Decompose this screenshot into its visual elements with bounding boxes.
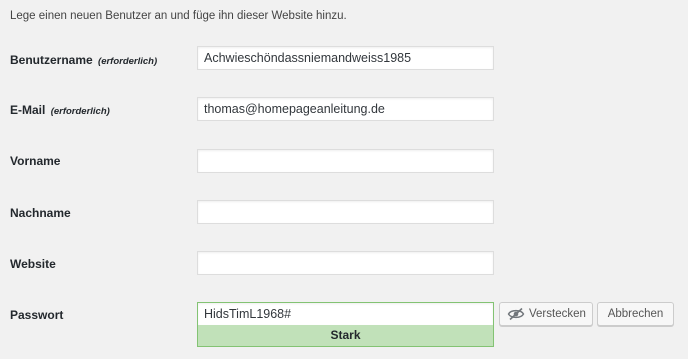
hide-password-button[interactable]: Verstecken bbox=[499, 302, 593, 326]
first-name-label: Vorname bbox=[10, 153, 60, 169]
website-label: Website bbox=[10, 256, 56, 272]
hide-password-button-label: Verstecken bbox=[529, 308, 586, 320]
first-name-input[interactable] bbox=[197, 149, 494, 173]
password-label: Passwort bbox=[10, 307, 63, 323]
last-name-input[interactable] bbox=[197, 200, 494, 224]
website-label-text: Website bbox=[10, 257, 56, 271]
first-name-label-text: Vorname bbox=[10, 154, 61, 168]
last-name-label-text: Nachname bbox=[10, 206, 71, 220]
cancel-password-button[interactable]: Abbrechen bbox=[597, 302, 674, 326]
intro-text: Lege einen neuen Benutzer an und füge ih… bbox=[10, 10, 347, 22]
cancel-password-button-label: Abbrechen bbox=[607, 308, 664, 320]
last-name-label: Nachname bbox=[10, 205, 71, 221]
username-input[interactable] bbox=[197, 46, 494, 70]
eye-slash-icon bbox=[507, 307, 525, 321]
username-required-note: (erforderlich) bbox=[98, 56, 158, 67]
email-required-note: (erforderlich) bbox=[50, 106, 110, 117]
password-label-text: Passwort bbox=[10, 308, 64, 322]
email-label: E-Mail (erforderlich) bbox=[10, 102, 110, 120]
password-strength-indicator: Stark bbox=[197, 325, 494, 347]
password-input[interactable] bbox=[197, 302, 494, 326]
email-label-text: E-Mail bbox=[10, 103, 46, 117]
email-input[interactable] bbox=[197, 97, 494, 121]
website-input[interactable] bbox=[197, 251, 494, 275]
username-label: Benutzername (erforderlich) bbox=[10, 52, 157, 70]
username-label-text: Benutzername bbox=[10, 53, 93, 67]
